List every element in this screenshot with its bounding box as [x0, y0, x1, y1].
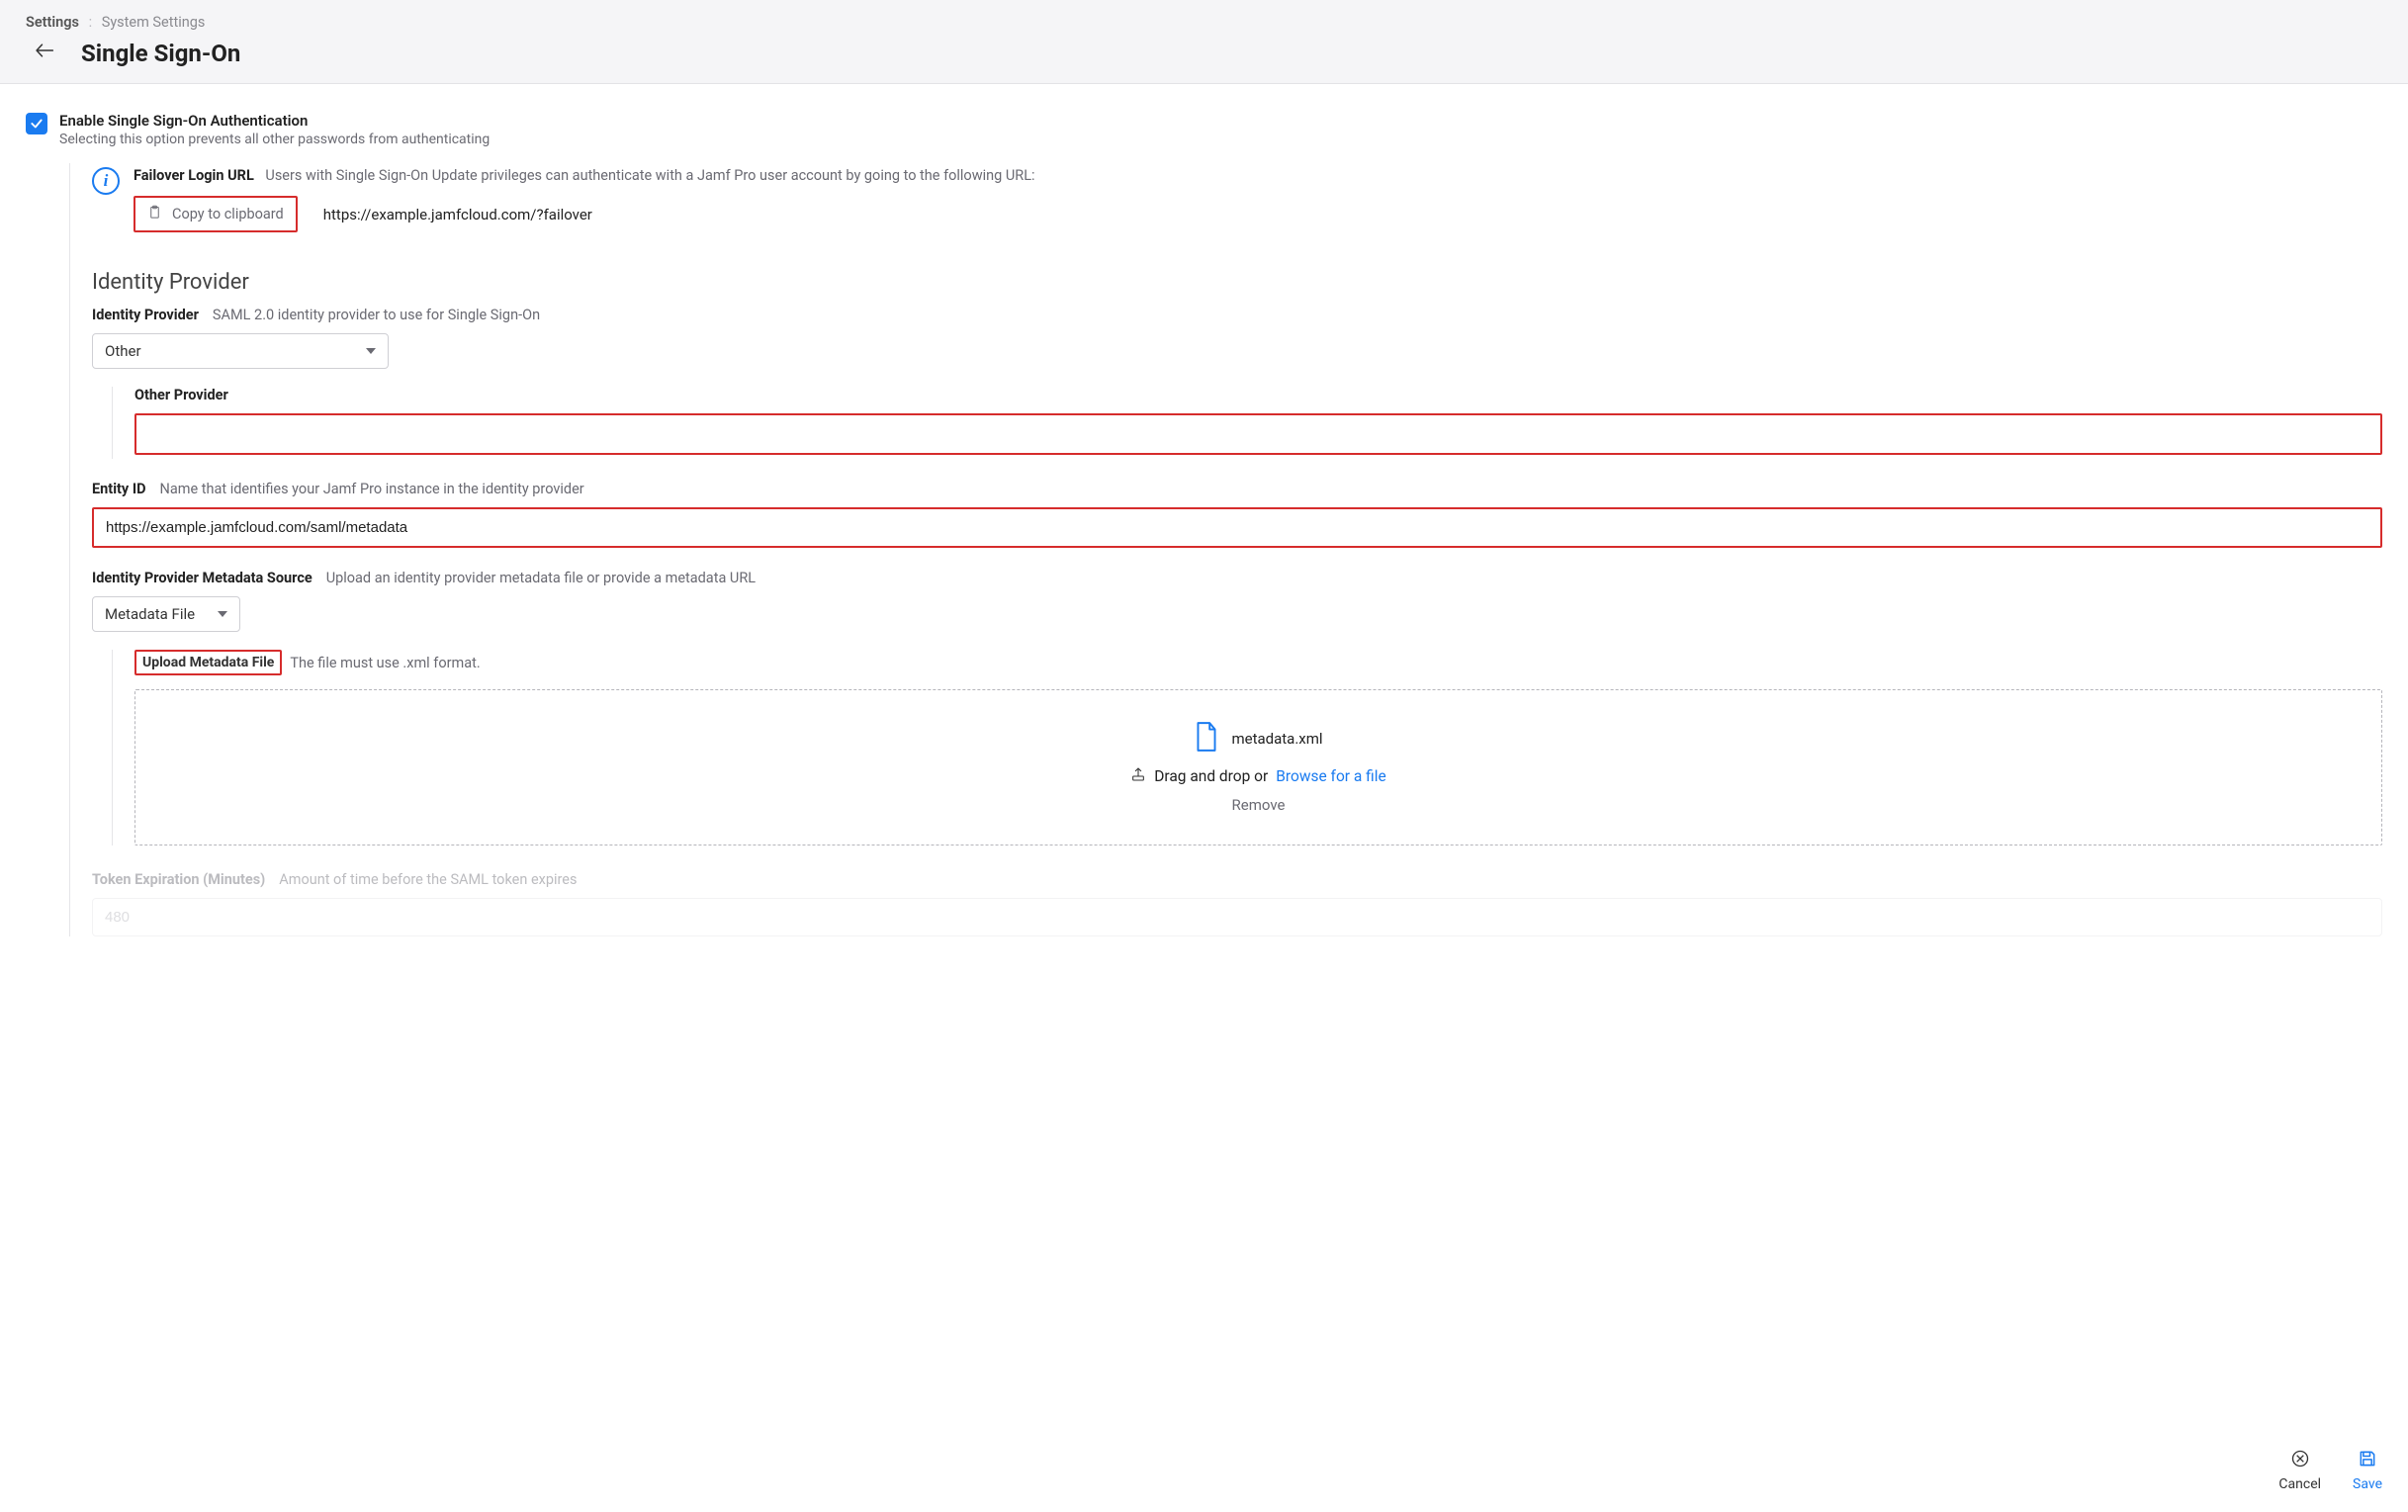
chevron-down-icon [366, 348, 376, 354]
remove-file-link[interactable]: Remove [1232, 796, 1286, 814]
dnd-text: Drag and drop or [1154, 767, 1268, 785]
save-button[interactable]: Save [2353, 1449, 2382, 1492]
failover-desc: Users with Single Sign-On Update privile… [265, 167, 1034, 184]
breadcrumb-sep: : [89, 14, 93, 31]
browse-file-link[interactable]: Browse for a file [1276, 767, 1386, 785]
token-expiration-help: Amount of time before the SAML token exp… [279, 871, 577, 888]
failover-label: Failover Login URL [134, 167, 254, 184]
identity-provider-select-value: Other [105, 342, 141, 360]
page-title: Single Sign-On [81, 40, 240, 67]
cancel-button[interactable]: Cancel [2278, 1449, 2321, 1492]
enable-sso-desc: Selecting this option prevents all other… [59, 132, 490, 147]
copy-btn-label: Copy to clipboard [172, 206, 284, 222]
failover-url: https://example.jamfcloud.com/?failover [323, 206, 592, 223]
metadata-source-select-value: Metadata File [105, 605, 195, 623]
clipboard-icon [147, 204, 162, 224]
chevron-down-icon [218, 611, 227, 617]
identity-provider-section-title: Identity Provider [92, 270, 2382, 295]
info-icon: i [92, 167, 120, 195]
entity-id-input[interactable] [92, 507, 2382, 548]
copy-to-clipboard-button[interactable]: Copy to clipboard [134, 196, 298, 232]
cancel-label: Cancel [2278, 1476, 2321, 1492]
identity-provider-select[interactable]: Other [92, 333, 389, 369]
enable-sso-checkbox[interactable] [26, 113, 47, 134]
metadata-source-label: Identity Provider Metadata Source [92, 570, 312, 586]
breadcrumb-sub[interactable]: System Settings [102, 14, 206, 31]
other-provider-label: Other Provider [134, 387, 228, 403]
upload-metadata-help: The file must use .xml format. [290, 655, 480, 671]
file-icon [1194, 721, 1219, 756]
token-expiration-input[interactable] [92, 898, 2382, 936]
cancel-icon [2290, 1449, 2310, 1472]
idp-select-label: Identity Provider [92, 307, 199, 323]
entity-id-label: Entity ID [92, 481, 146, 497]
breadcrumb-root[interactable]: Settings [26, 14, 79, 31]
uploaded-filename: metadata.xml [1231, 730, 1322, 748]
back-arrow-icon[interactable] [26, 37, 63, 69]
save-icon [2358, 1449, 2377, 1472]
metadata-source-select[interactable]: Metadata File [92, 596, 240, 632]
entity-id-help: Name that identifies your Jamf Pro insta… [160, 481, 584, 497]
save-label: Save [2353, 1476, 2382, 1492]
other-provider-input[interactable] [134, 413, 2382, 455]
upload-icon [1130, 766, 1146, 786]
idp-select-help: SAML 2.0 identity provider to use for Si… [213, 307, 540, 323]
token-expiration-label: Token Expiration (Minutes) [92, 871, 265, 888]
breadcrumb: Settings : System Settings [26, 14, 2382, 31]
enable-sso-label: Enable Single Sign-On Authentication [59, 112, 490, 130]
metadata-dropzone[interactable]: metadata.xml Drag and drop or Browse for… [134, 689, 2382, 845]
metadata-source-help: Upload an identity provider metadata fil… [326, 570, 756, 586]
upload-metadata-label: Upload Metadata File [134, 650, 282, 675]
